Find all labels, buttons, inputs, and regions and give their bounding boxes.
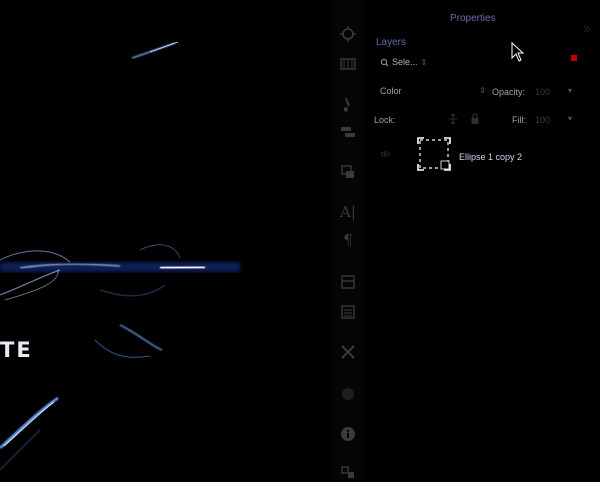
layer-name[interactable]: Ellipse 1 copy 2 — [459, 152, 522, 162]
styles-icon[interactable] — [338, 302, 358, 322]
layer-comps-icon[interactable] — [338, 162, 358, 182]
fill-dropdown-icon[interactable]: ▾ — [568, 114, 572, 123]
history-icon[interactable] — [338, 24, 358, 44]
circle-icon[interactable] — [338, 384, 358, 404]
select-arrows-icon: ⇕ — [420, 57, 428, 67]
blend-mode-select[interactable]: Color ⇕ — [380, 86, 488, 98]
filter-label: Sele... — [392, 57, 418, 67]
tab-properties[interactable]: Properties — [450, 13, 496, 24]
info-icon[interactable] — [338, 424, 358, 444]
opacity-label: Opacity: — [492, 87, 526, 97]
eye-icon[interactable] — [380, 150, 390, 158]
layers-panel: Properties Layers Sele... ⇕ Color ⇕ Opac… — [364, 0, 600, 480]
search-icon — [380, 58, 389, 66]
layer-thumbnail[interactable] — [417, 137, 451, 171]
fill-input[interactable]: 100 — [535, 115, 550, 125]
opacity-input[interactable]: 100 — [535, 87, 550, 97]
document-canvas[interactable]: TE — [0, 0, 332, 480]
panel-icon-strip: A| ¶ — [332, 0, 364, 480]
brush-icon[interactable] — [338, 94, 358, 114]
blend-mode-value: Color — [380, 86, 402, 96]
tab-layers[interactable]: Layers — [376, 37, 406, 48]
opacity-dropdown-icon[interactable]: ▾ — [568, 86, 572, 95]
paragraph-icon[interactable]: ¶ — [338, 230, 358, 250]
mouse-cursor-icon — [511, 42, 525, 62]
select-arrows-icon: ⇕ — [479, 86, 486, 95]
layer-row[interactable]: Ellipse 1 copy 2 — [364, 136, 600, 174]
navigator-icon[interactable] — [338, 462, 358, 482]
tools-icon[interactable] — [338, 342, 358, 362]
fill-label: Fill: — [512, 115, 526, 125]
notification-badge — [571, 55, 577, 61]
character-icon[interactable]: A| — [338, 202, 358, 222]
swatches-icon[interactable] — [338, 54, 358, 74]
canvas-artwork — [0, 41, 240, 471]
lock-position-icon[interactable] — [448, 113, 458, 125]
canvas-partial-text: TE — [0, 338, 33, 362]
lock-label: Lock: — [374, 115, 396, 125]
brush-presets-icon[interactable] — [338, 122, 358, 142]
panel-tab-bar: Properties — [364, 10, 600, 33]
adjustments-icon[interactable] — [338, 272, 358, 292]
lock-all-icon[interactable] — [470, 113, 480, 125]
collapse-panel-icon[interactable] — [582, 24, 592, 34]
layer-filter-select[interactable]: Sele... ⇕ — [380, 57, 427, 67]
